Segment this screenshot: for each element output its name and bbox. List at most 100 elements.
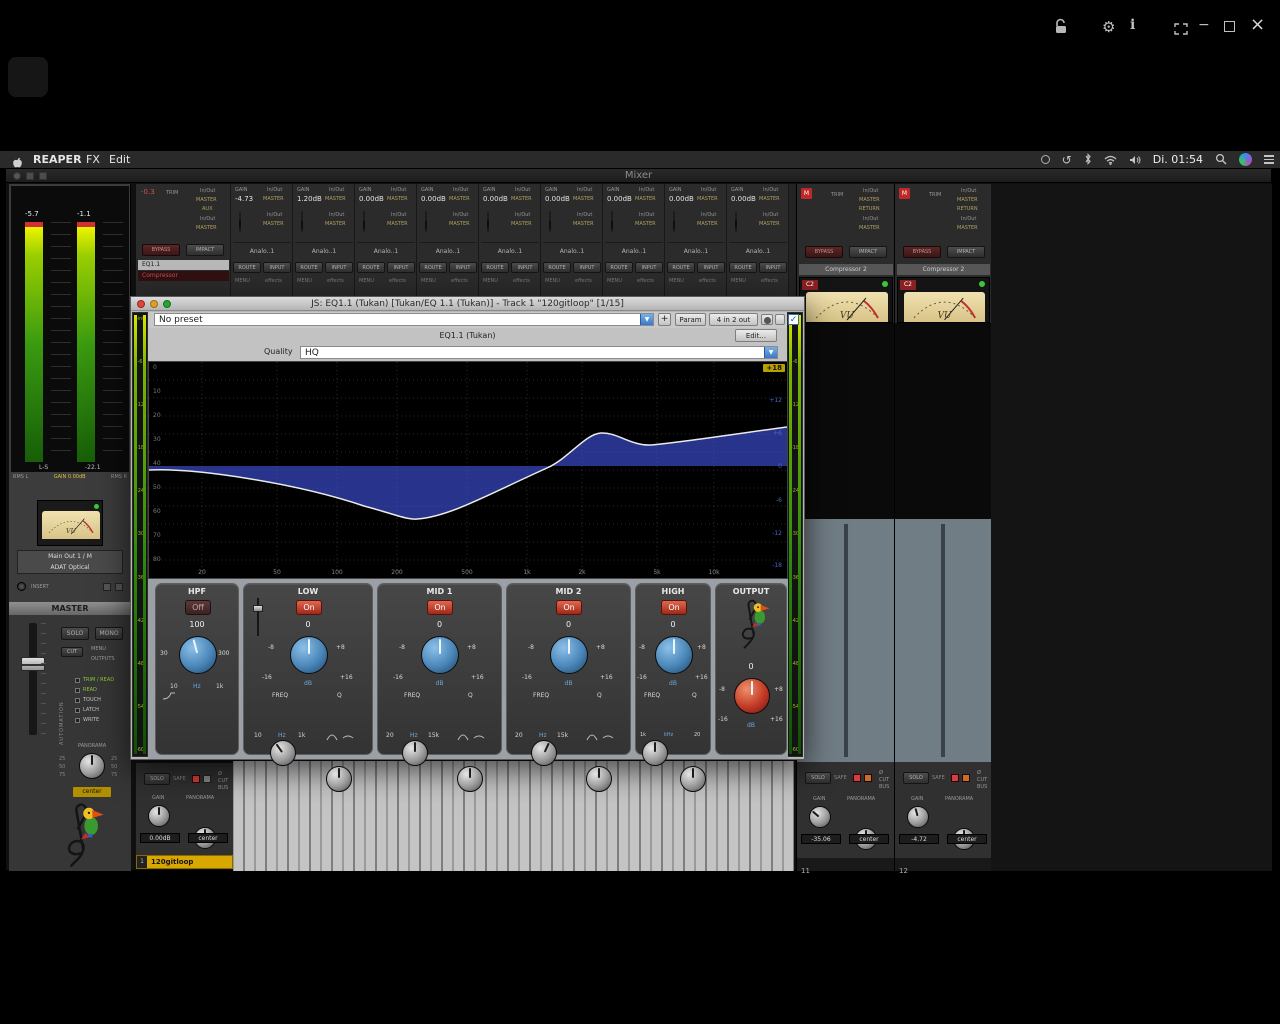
low-q-knob[interactable] xyxy=(326,766,352,792)
master-send-label-2[interactable]: MASTER xyxy=(697,221,718,227)
io-label-2[interactable]: In/Out xyxy=(863,216,878,222)
master-send-label[interactable]: MASTER xyxy=(325,196,346,202)
hpf-off-button[interactable]: Off xyxy=(185,600,211,615)
master-send-label-2[interactable]: MASTER xyxy=(573,221,594,227)
master-insert-vu[interactable] xyxy=(37,500,103,546)
gain-knob[interactable] xyxy=(907,806,929,828)
menu-button[interactable]: MENU xyxy=(731,278,746,284)
channel-strip[interactable]: GAIN -4.73 In/Out MASTER In/Out MASTER A… xyxy=(231,184,293,297)
master-send-label-2[interactable]: MASTER xyxy=(511,221,532,227)
mode-write[interactable]: WRITE xyxy=(75,715,129,725)
master-name-bar[interactable]: MASTER xyxy=(9,602,131,615)
input-button[interactable]: INPUT xyxy=(511,262,539,273)
maximize-icon[interactable] xyxy=(1224,21,1235,32)
route-button[interactable]: ROUTE xyxy=(605,262,633,273)
chevron-down-icon[interactable]: ▼ xyxy=(640,314,653,325)
menubar-item-fx[interactable]: FX xyxy=(86,153,100,166)
low-shape-slider[interactable] xyxy=(253,598,263,636)
io-label[interactable]: In/Out xyxy=(763,187,778,193)
checkbox[interactable] xyxy=(75,717,80,723)
insert-up-button[interactable] xyxy=(103,583,111,591)
master-send-label[interactable]: MASTER xyxy=(196,197,217,203)
input-button[interactable]: INPUT xyxy=(573,262,601,273)
eq-graph[interactable]: 0 10 20 30 40 50 60 70 80 +18 +12 +6 0 -6 -12 -18 20 50 10… xyxy=(148,361,788,579)
io-label-2[interactable]: In/Out xyxy=(329,212,344,218)
insert-led[interactable] xyxy=(17,582,26,591)
monitor-button[interactable] xyxy=(203,775,211,783)
master-send-label[interactable]: MASTER xyxy=(759,196,780,202)
trim-knob[interactable] xyxy=(611,211,613,232)
mid1-gain-knob[interactable] xyxy=(421,636,459,674)
high-gain-knob[interactable] xyxy=(655,636,693,674)
io-label-2[interactable]: In/Out xyxy=(639,212,654,218)
gear-icon[interactable]: ⚙ xyxy=(1102,18,1115,36)
minimize-icon[interactable]: − xyxy=(1198,17,1210,33)
master-solo-button[interactable]: SOLO xyxy=(61,627,89,640)
master-output-box[interactable]: Main Out 1 / M ADAT Optical xyxy=(17,550,123,574)
menubar-app[interactable]: REAPER xyxy=(33,153,82,166)
gain-knob[interactable] xyxy=(148,805,170,827)
plugin-minimize-button[interactable] xyxy=(150,300,158,308)
trim-knob[interactable] xyxy=(487,211,489,232)
solo-button[interactable]: SOLO xyxy=(903,772,929,784)
master-pan-knob[interactable] xyxy=(79,753,105,779)
impact-button[interactable]: IMPACT xyxy=(947,246,985,258)
effects-button[interactable]: effects xyxy=(575,278,592,284)
io-label-2[interactable]: In/Out xyxy=(453,212,468,218)
high-q-knob[interactable] xyxy=(680,766,706,792)
unlock-icon[interactable] xyxy=(1054,18,1068,38)
record-arm-button[interactable] xyxy=(951,774,959,782)
route-button[interactable]: ROUTE xyxy=(481,262,509,273)
channel-strip[interactable]: GAIN 0.00dB In/Out MASTER In/Out MASTER … xyxy=(479,184,541,297)
trim-knob[interactable] xyxy=(549,211,551,232)
io-label[interactable]: In/Out xyxy=(453,187,468,193)
io-label[interactable]: In/Out xyxy=(200,188,215,194)
record-icon[interactable] xyxy=(1040,155,1050,164)
checkbox[interactable] xyxy=(75,707,80,713)
menu-button[interactable]: MENU xyxy=(359,278,374,284)
mid2-on-button[interactable]: On xyxy=(556,600,582,615)
effects-button[interactable]: effects xyxy=(761,278,778,284)
io-button[interactable]: 4 in 2 out xyxy=(709,313,758,326)
mute-button[interactable]: M xyxy=(801,188,812,199)
fx-slot-compressor[interactable]: Compressor xyxy=(138,271,229,281)
input-button[interactable]: INPUT xyxy=(759,262,787,273)
effects-button[interactable]: effects xyxy=(513,278,530,284)
low-on-button[interactable]: On xyxy=(296,600,322,615)
io-label[interactable]: In/Out xyxy=(391,187,406,193)
hpf-freq-knob[interactable] xyxy=(179,636,217,674)
route-button[interactable]: ROUTE xyxy=(295,262,323,273)
fx-name-bar[interactable]: Compressor 2 xyxy=(897,264,990,275)
record-arm-button[interactable] xyxy=(192,775,200,783)
menubar-item-edit[interactable]: Edit xyxy=(109,153,130,166)
input-button[interactable]: INPUT xyxy=(635,262,663,273)
compressor-vu-unit[interactable]: C2 xyxy=(799,277,893,323)
route-button[interactable]: ROUTE xyxy=(729,262,757,273)
mixer-zoom-button[interactable] xyxy=(39,172,47,180)
close-icon[interactable]: × xyxy=(1250,14,1265,35)
mid2-freq-knob[interactable] xyxy=(531,740,557,766)
master-send-label[interactable]: MASTER xyxy=(387,196,408,202)
input-button[interactable]: INPUT xyxy=(263,262,291,273)
channel-strip[interactable]: GAIN 1.20dB In/Out MASTER In/Out MASTER … xyxy=(293,184,355,297)
io-label-2[interactable]: In/Out xyxy=(577,212,592,218)
master-send-label-2[interactable]: MASTER xyxy=(957,225,978,231)
impact-button[interactable]: IMPACT xyxy=(186,244,224,256)
effects-button[interactable]: effects xyxy=(699,278,716,284)
gain-knob[interactable] xyxy=(809,806,831,828)
checkbox[interactable] xyxy=(75,677,80,683)
input-button[interactable]: INPUT xyxy=(697,262,725,273)
channel-strip[interactable]: GAIN 0.00dB In/Out MASTER In/Out MASTER … xyxy=(355,184,417,297)
mixer-minimize-button[interactable] xyxy=(26,172,34,180)
input-button[interactable]: INPUT xyxy=(325,262,353,273)
checkbox[interactable] xyxy=(75,687,80,693)
return-label[interactable]: RETURN xyxy=(957,206,978,212)
ui-toggle-icon[interactable] xyxy=(775,314,785,325)
strip-fader-zone[interactable] xyxy=(895,519,992,762)
master-send-label[interactable]: MASTER xyxy=(573,196,594,202)
io-label-2[interactable]: In/Out xyxy=(515,212,530,218)
effects-button[interactable]: effects xyxy=(265,278,282,284)
io-label[interactable]: In/Out xyxy=(515,187,530,193)
trim-knob[interactable] xyxy=(425,211,427,232)
solo-button[interactable]: SOLO xyxy=(144,773,170,785)
